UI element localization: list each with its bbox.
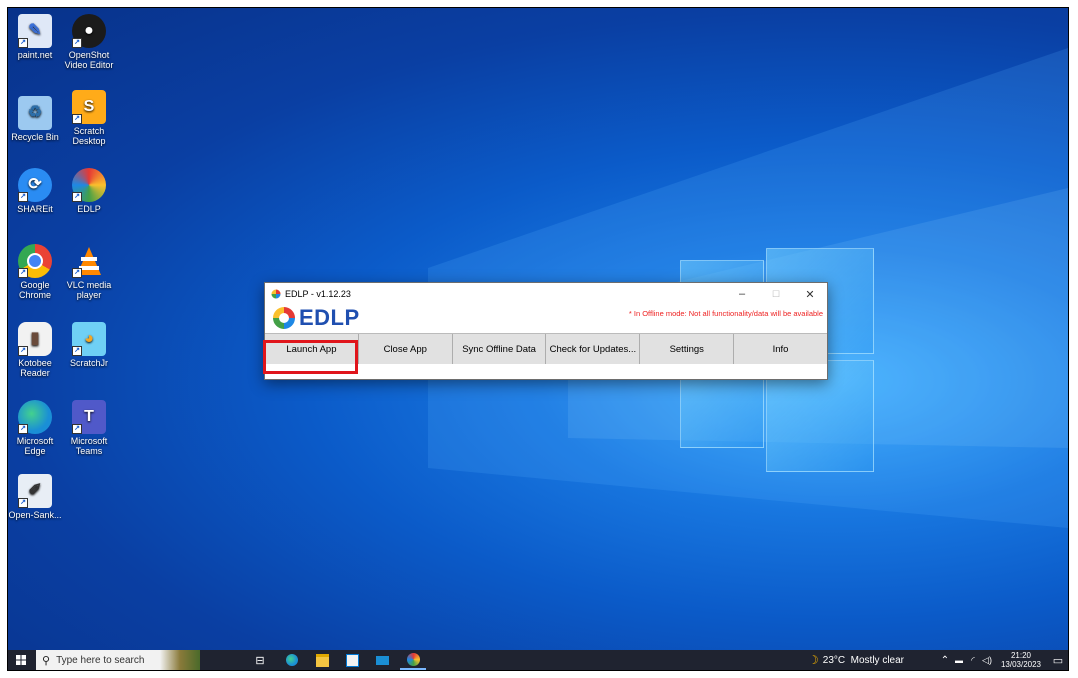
desktop-icon-label: Recycle Bin xyxy=(11,132,59,142)
desktop-icon-scratch[interactable]: S ↗ Scratch Desktop xyxy=(62,90,116,146)
desktop-icon-label: Open-Sank... xyxy=(8,510,62,520)
desktop-icon-shareit[interactable]: ⟳ ↗ SHAREit xyxy=(8,168,62,214)
close-button[interactable]: ✕ xyxy=(793,283,827,305)
desktop-icon-vlc[interactable]: ↗ VLC media player xyxy=(62,244,116,300)
desktop-icon-label: Google Chrome xyxy=(18,280,51,300)
taskbar-search-box[interactable]: ⚲ Type here to search xyxy=(36,650,200,670)
edge-icon: ↗ xyxy=(18,400,52,434)
weather-widget[interactable]: ☽ 23°C Mostly clear xyxy=(808,650,936,670)
desktop-icon-label: OpenShot Video Editor xyxy=(64,50,114,70)
clock-time: 21:20 xyxy=(1010,651,1032,660)
start-button[interactable] xyxy=(8,650,34,670)
desktop-icon-label: ScratchJr xyxy=(69,358,108,368)
teams-icon: T ↗ xyxy=(72,400,106,434)
brand-text: EDLP xyxy=(299,305,360,330)
openshot-icon: ● ↗ xyxy=(72,14,106,48)
search-placeholder: Type here to search xyxy=(56,654,145,666)
taskbar-edlp-icon[interactable] xyxy=(400,650,426,670)
wifi-icon[interactable]: ◜ xyxy=(966,650,980,670)
recycle-bin-icon: ♻ xyxy=(18,96,52,130)
taskbar-file-explorer-icon[interactable] xyxy=(310,650,334,670)
edlp-swirl-icon xyxy=(273,307,295,329)
volume-icon[interactable]: ◁) xyxy=(980,650,994,670)
minimize-button[interactable]: – xyxy=(725,283,759,305)
taskbar: ⚲ Type here to search ⊟ ☽ 23°C Mostly cl… xyxy=(8,650,1068,670)
offline-notice: * In Offline mode: Not all functionality… xyxy=(628,309,823,318)
weather-text: 23°C Mostly clear xyxy=(822,654,905,666)
weather-icon: ☽ xyxy=(808,653,819,667)
desktop-icon-label: Scratch Desktop xyxy=(72,126,106,146)
desktop-icon-scratchjr[interactable]: ◕ ↗ ScratchJr xyxy=(62,322,116,368)
brand-row: EDLP * In Offline mode: Not all function… xyxy=(265,305,827,333)
taskbar-edge-icon[interactable] xyxy=(280,650,304,670)
maximize-button[interactable]: ☐ xyxy=(759,283,793,305)
desktop-icon-label: Kotobee Reader xyxy=(18,358,52,378)
desktop-icon-label: VLC media player xyxy=(66,280,112,300)
clock[interactable]: 21:20 13/03/2023 xyxy=(996,650,1046,670)
shareit-icon: ⟳ ↗ xyxy=(18,168,52,202)
taskbar-store-icon[interactable] xyxy=(340,650,364,670)
opensankore-icon: ✐ ↗ xyxy=(18,474,52,508)
check-for-updates-button[interactable]: Check for Updates... xyxy=(546,334,641,364)
screen-frame: ✎ ↗ paint.net ● ↗ OpenShot Video Editor ♻ … xyxy=(7,7,1069,671)
desktop-icon-label: EDLP xyxy=(77,204,101,214)
desktop-icon-edlp[interactable]: ↗ EDLP xyxy=(62,168,116,214)
info-button[interactable]: Info xyxy=(734,334,827,364)
desktop-icon-paintnet[interactable]: ✎ ↗ paint.net xyxy=(8,14,62,60)
edlp-window: EDLP - v1.12.23 – ☐ ✕ EDLP * In Offline … xyxy=(264,282,828,380)
notifications-icon[interactable]: ▭ xyxy=(1048,650,1068,670)
close-app-button[interactable]: Close App xyxy=(358,334,453,364)
task-view-icon[interactable]: ⊟ xyxy=(248,650,272,670)
search-icon: ⚲ xyxy=(42,654,51,667)
desktop-icon-label: Microsoft Edge xyxy=(16,436,54,456)
desktop-icon-edge[interactable]: ↗ Microsoft Edge xyxy=(8,400,62,456)
clock-date: 13/03/2023 xyxy=(1000,660,1042,669)
scratch-icon: S ↗ xyxy=(72,90,106,124)
chrome-icon: ↗ xyxy=(18,244,52,278)
window-titlebar[interactable]: EDLP - v1.12.23 – ☐ ✕ xyxy=(265,283,827,305)
edlp-logo: EDLP xyxy=(271,305,360,331)
battery-icon[interactable]: ▬ xyxy=(952,650,966,670)
edlp-icon: ↗ xyxy=(72,168,106,202)
desktop-icon-openshot[interactable]: ● ↗ OpenShot Video Editor xyxy=(62,14,116,70)
desktop-icon-label: Microsoft Teams xyxy=(70,436,108,456)
action-button-row: Launch App Close App Sync Offline Data C… xyxy=(265,333,827,364)
launch-app-button[interactable]: Launch App xyxy=(265,334,359,364)
desktop-icon-recycle-bin[interactable]: ♻ Recycle Bin xyxy=(8,96,62,142)
desktop-icon-label: SHAREit xyxy=(17,204,53,214)
windows-logo-icon xyxy=(16,655,26,665)
window-title: EDLP - v1.12.23 xyxy=(285,289,351,299)
desktop-icon-teams[interactable]: T ↗ Microsoft Teams xyxy=(62,400,116,456)
paintnet-icon: ✎ ↗ xyxy=(18,14,52,48)
search-highlight-image xyxy=(160,650,200,670)
show-hidden-icons-chevron-icon[interactable]: ⌃ xyxy=(938,650,952,670)
desktop-icon-kotobee[interactable]: ▮ ↗ Kotobee Reader xyxy=(8,322,62,378)
sync-offline-data-button[interactable]: Sync Offline Data xyxy=(452,334,547,364)
vlc-icon: ↗ xyxy=(72,244,106,278)
settings-button[interactable]: Settings xyxy=(640,334,735,364)
desktop-icon-opensankore[interactable]: ✐ ↗ Open-Sank... xyxy=(8,474,62,520)
taskbar-mail-icon[interactable] xyxy=(370,650,394,670)
scratchjr-icon: ◕ ↗ xyxy=(72,322,106,356)
desktop-icon-label: paint.net xyxy=(17,50,53,60)
desktop-icon-chrome[interactable]: ↗ Google Chrome xyxy=(8,244,62,300)
edlp-title-icon xyxy=(271,289,281,299)
kotobee-icon: ▮ ↗ xyxy=(18,322,52,356)
